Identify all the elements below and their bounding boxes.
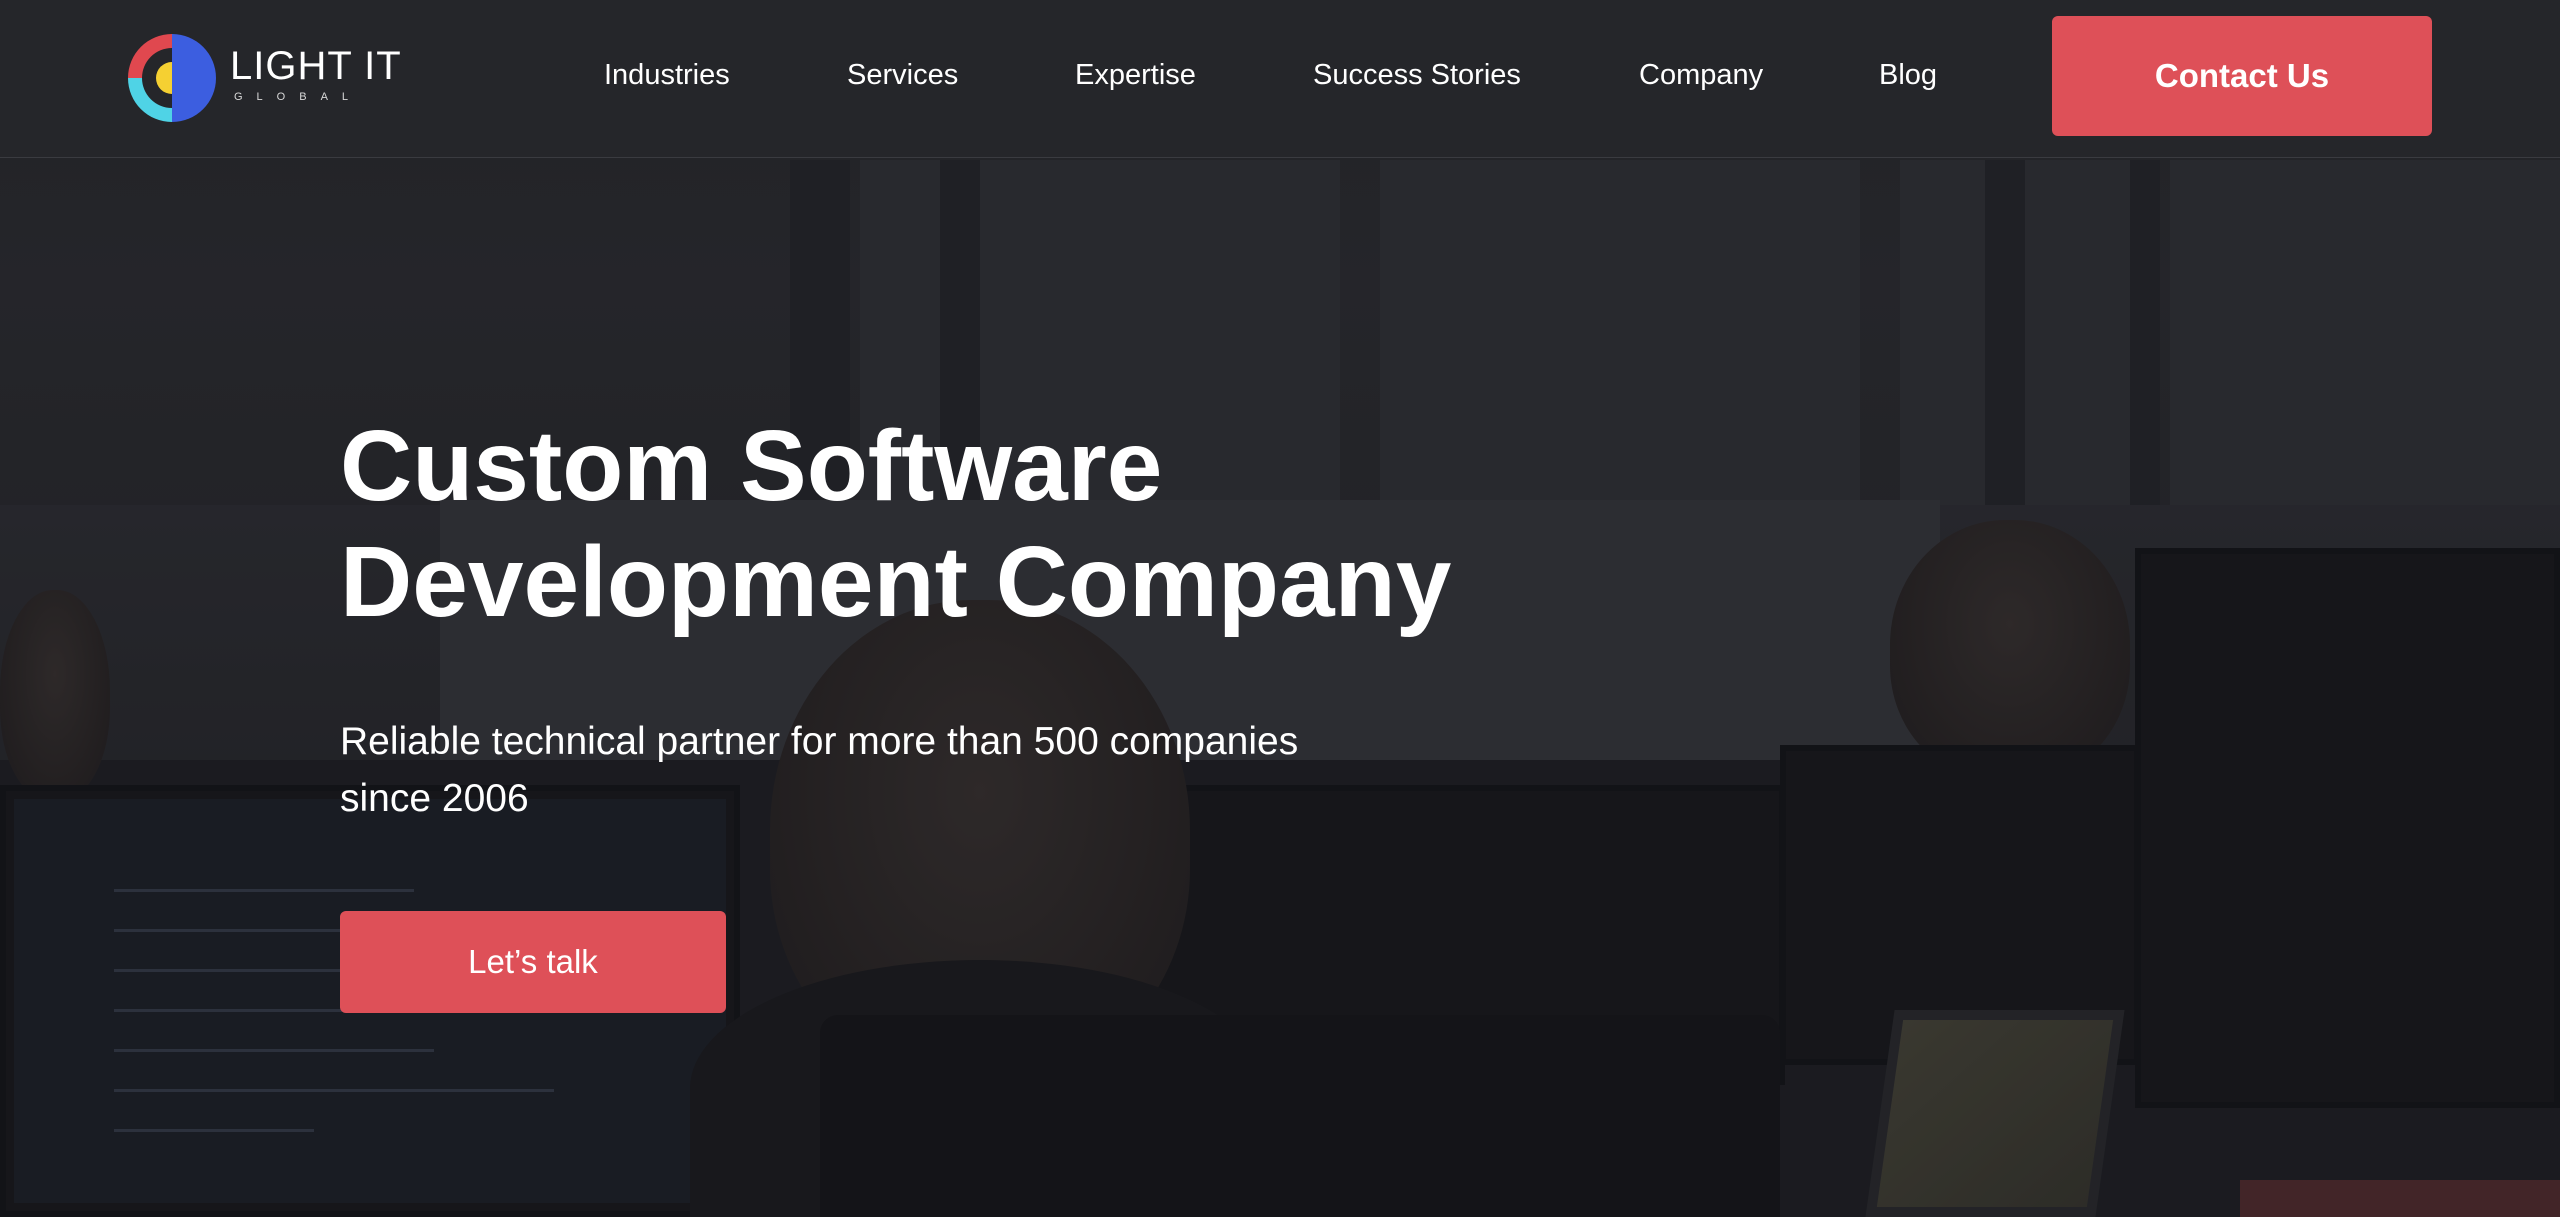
nav-item-success-stories[interactable]: Success Stories	[1313, 58, 1521, 92]
hero-title-line-1: Custom Software	[340, 410, 1163, 522]
light-it-logo-icon	[128, 34, 216, 122]
hero-title-line-2: Development Company	[340, 526, 1452, 638]
brand-name: LIGHT IT	[230, 44, 402, 88]
nav-item-company[interactable]: Company	[1639, 58, 1763, 92]
nav-item-services[interactable]: Services	[847, 58, 958, 92]
nav-item-blog[interactable]: Blog	[1879, 58, 1937, 92]
brand-logo[interactable]: LIGHT IT GLOBAL	[126, 28, 406, 128]
hero-subtitle: Reliable technical partner for more than…	[340, 720, 1299, 820]
site-header: LIGHT IT GLOBAL Industries Services Expe…	[0, 0, 2560, 158]
nav-item-expertise[interactable]: Expertise	[1075, 58, 1196, 92]
brand-tagline: GLOBAL	[234, 91, 363, 103]
hero-title: Custom Software Development Company	[340, 408, 1540, 640]
landing-page: LIGHT IT GLOBAL Industries Services Expe…	[0, 0, 2560, 1217]
hero-section: Custom Software Development Company Reli…	[0, 158, 2560, 1217]
lets-talk-button[interactable]: Let’s talk	[340, 911, 726, 1013]
nav-item-industries[interactable]: Industries	[604, 58, 730, 92]
contact-us-button[interactable]: Contact Us	[2052, 16, 2432, 136]
